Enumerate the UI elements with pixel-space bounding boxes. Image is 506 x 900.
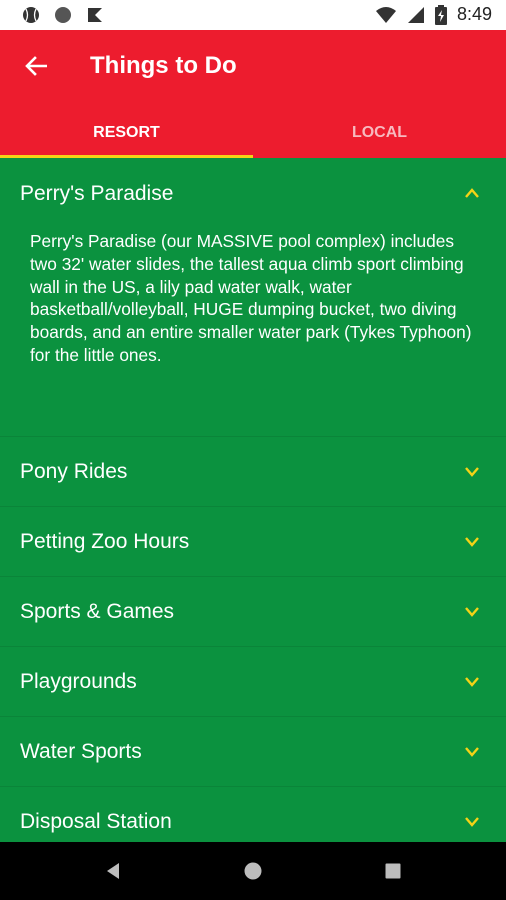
chevron-down-icon <box>465 537 479 547</box>
baseball-icon <box>23 7 39 23</box>
chevron-down-icon <box>465 747 479 757</box>
section-title: Disposal Station <box>20 809 172 833</box>
section-perrys-paradise: Perry's Paradise Perry's Paradise (our M… <box>0 158 506 437</box>
section-header-water-sports[interactable]: Water Sports <box>0 717 506 786</box>
app-bar: Things to Do RESORT LOCAL <box>0 30 506 158</box>
page-title: Things to Do <box>90 52 237 79</box>
battery-icon <box>434 4 447 25</box>
section-playgrounds: Playgrounds <box>0 647 506 717</box>
nav-back-button[interactable] <box>101 859 125 883</box>
chevron-up-icon <box>465 188 479 198</box>
status-notifications <box>22 6 104 24</box>
wifi-icon <box>375 6 396 23</box>
tab-resort[interactable]: RESORT <box>0 108 253 158</box>
things-to-do-list: Perry's Paradise Perry's Paradise (our M… <box>0 158 506 842</box>
section-header-disposal-station[interactable]: Disposal Station <box>0 787 506 842</box>
section-header-sports-games[interactable]: Sports & Games <box>0 577 506 646</box>
section-header-playgrounds[interactable]: Playgrounds <box>0 647 506 716</box>
back-button[interactable] <box>18 50 54 82</box>
section-pony-rides: Pony Rides <box>0 437 506 507</box>
square-recents-icon <box>385 863 401 879</box>
nav-home-button[interactable] <box>241 859 265 883</box>
section-header-pony-rides[interactable]: Pony Rides <box>0 437 506 506</box>
nav-recents-button[interactable] <box>381 859 405 883</box>
chevron-down-icon <box>465 607 479 617</box>
section-header-petting-zoo-hours[interactable]: Petting Zoo Hours <box>0 507 506 576</box>
triangle-back-icon <box>107 863 119 879</box>
section-title: Petting Zoo Hours <box>20 529 190 553</box>
section-header-perrys-paradise[interactable]: Perry's Paradise <box>0 158 506 230</box>
section-title: Perry's Paradise <box>20 182 174 205</box>
section-title: Playgrounds <box>20 669 137 693</box>
tab-local[interactable]: LOCAL <box>253 108 506 158</box>
navigation-bar <box>0 842 506 900</box>
signal-icon <box>407 6 424 23</box>
circle-home-icon <box>244 862 262 880</box>
section-disposal-station: Disposal Station <box>0 787 506 842</box>
section-sports-games: Sports & Games <box>0 577 506 647</box>
section-title: Sports & Games <box>20 599 175 623</box>
chevron-down-icon <box>465 677 479 687</box>
arrow-left-icon <box>25 56 47 76</box>
section-title: Pony Rides <box>20 459 128 483</box>
section-petting-zoo-hours: Petting Zoo Hours <box>0 507 506 577</box>
chevron-down-icon <box>465 817 479 827</box>
status-bar: 8:49 <box>0 0 506 30</box>
status-time: 8:49 <box>456 4 492 24</box>
tab-bar: RESORT LOCAL <box>0 108 506 158</box>
section-water-sports: Water Sports <box>0 717 506 787</box>
section-body: Perry's Paradise (our MASSIVE pool compl… <box>30 231 472 365</box>
section-title: Water Sports <box>20 739 142 763</box>
chevron-down-icon <box>465 467 479 477</box>
status-system: 8:49 <box>375 4 492 25</box>
app-notification-icon <box>88 8 102 22</box>
circle-icon <box>55 7 71 23</box>
